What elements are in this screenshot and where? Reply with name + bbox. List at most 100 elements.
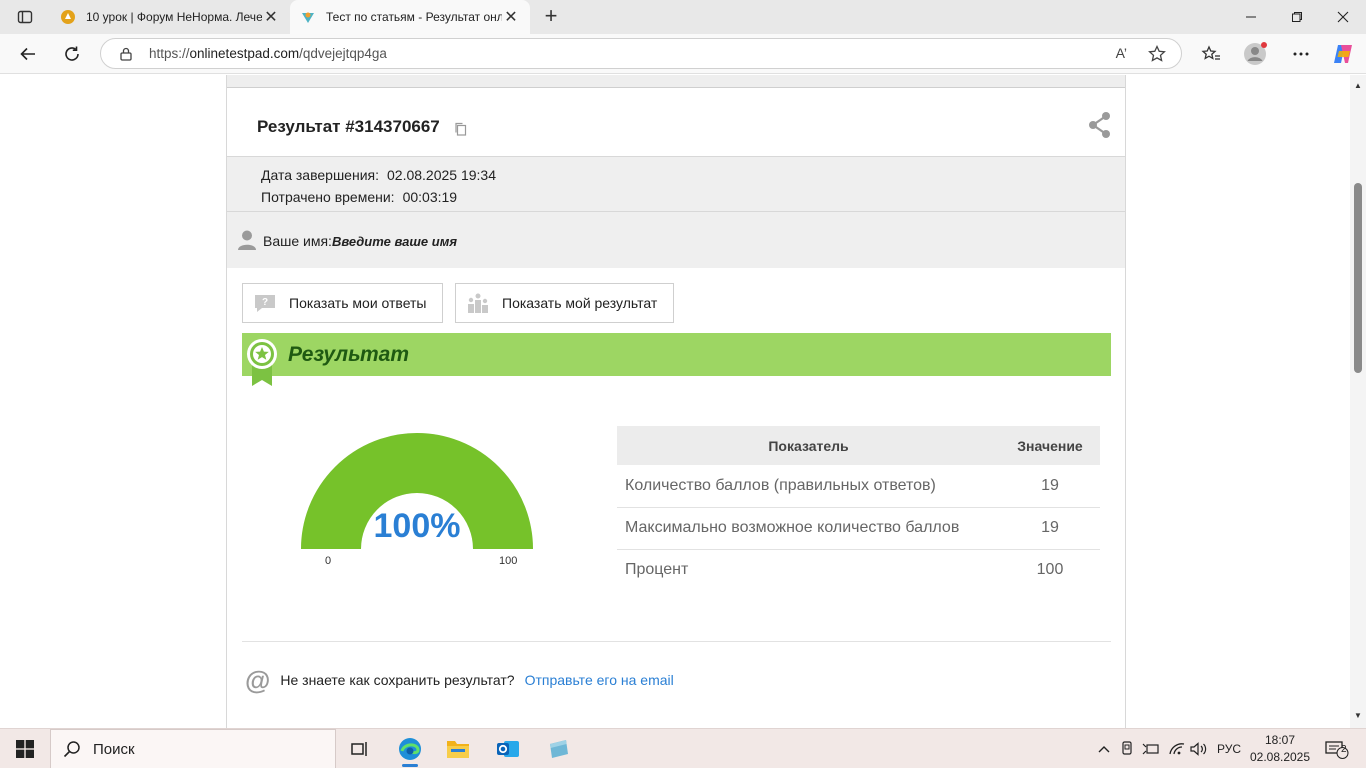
taskbar-edge-button[interactable] <box>386 729 434 768</box>
minimize-button[interactable] <box>1228 0 1274 34</box>
reload-button[interactable] <box>56 38 88 70</box>
restore-icon <box>1292 12 1302 22</box>
url-text[interactable]: https://onlinetestpad.com/qdvejejtqp4ga <box>149 46 387 61</box>
tray-device-button[interactable] <box>1118 729 1136 768</box>
task-view-icon <box>351 742 367 756</box>
tab-actions-icon <box>17 10 33 24</box>
scroll-down-arrow-icon[interactable]: ▼ <box>1354 711 1362 720</box>
close-tab-icon[interactable]: ✕ <box>262 7 280 27</box>
tray-volume-button[interactable] <box>1188 729 1210 768</box>
new-tab-button[interactable]: + <box>538 4 564 30</box>
folder-icon <box>447 741 469 758</box>
favorites-button[interactable] <box>1196 40 1226 68</box>
restore-button[interactable] <box>1274 0 1320 34</box>
banner-title: Результат <box>288 343 410 366</box>
windows-logo-icon <box>16 740 34 758</box>
profile-button[interactable] <box>1241 40 1271 68</box>
metric-cell: Количество баллов (правильных ответов) <box>617 465 1000 508</box>
tray-network-button[interactable] <box>1166 729 1188 768</box>
email-save-row: @ Не знаете как сохранить результат? Отп… <box>245 667 674 693</box>
svg-text:?: ? <box>262 297 268 308</box>
battery-plug-icon <box>1142 743 1159 755</box>
profile-avatar-icon <box>1244 42 1267 65</box>
copilot-button[interactable] <box>1328 40 1358 68</box>
task-view-button[interactable] <box>336 729 384 768</box>
taskbar-explorer-button[interactable] <box>434 729 482 768</box>
show-hidden-icons-button[interactable] <box>1094 729 1114 768</box>
gauge-max-label: 100 <box>499 555 518 567</box>
table-row: Максимально возможное количество баллов … <box>617 507 1100 550</box>
section-divider <box>242 641 1111 642</box>
value-cell: 100 <box>1036 561 1064 579</box>
score-gauge: 100% 0 100 <box>287 415 547 567</box>
windows-taskbar: Поиск РУС 18:07 02.08.2025 2 <box>0 728 1366 768</box>
value-cell: 19 <box>1000 465 1100 508</box>
at-sign-icon: @ <box>245 665 271 695</box>
tray-clock[interactable]: 18:07 02.08.2025 <box>1244 732 1316 766</box>
more-dots-icon <box>1293 52 1309 56</box>
card-top-strip <box>227 75 1125 88</box>
award-badge-icon <box>247 339 277 386</box>
share-icon[interactable] <box>1087 111 1113 139</box>
lock-icon[interactable] <box>119 47 133 61</box>
taskbar-search[interactable]: Поиск <box>50 729 336 768</box>
gauge-min-label: 0 <box>325 555 332 567</box>
show-answers-label: Показать мои ответы <box>289 295 427 311</box>
notifications-button[interactable]: 2 <box>1320 729 1354 768</box>
table-row: Количество баллов (правильных ответов) 1… <box>617 465 1100 508</box>
settings-more-button[interactable] <box>1286 40 1316 68</box>
time-spent-row: Потрачено времени: 00:03:19 <box>261 189 457 205</box>
edge-icon <box>399 738 421 760</box>
copilot-icon <box>1334 45 1352 63</box>
page-scrollbar[interactable]: ▲ ▼ <box>1350 75 1366 728</box>
clock-time: 18:07 <box>1264 733 1296 747</box>
tray-battery-button[interactable] <box>1140 729 1162 768</box>
completion-date-value: 02.08.2025 19:34 <box>387 167 496 183</box>
taskbar-app-button[interactable] <box>534 729 582 768</box>
copy-icon[interactable] <box>454 122 467 136</box>
result-heading: Результат #314370667 <box>257 117 467 137</box>
app-window-icon <box>550 740 568 758</box>
close-icon <box>1337 11 1349 23</box>
close-tab-icon[interactable]: ✕ <box>502 7 520 27</box>
show-result-label: Показать мой результат <box>502 295 658 311</box>
value-cell: 19 <box>1000 507 1100 550</box>
read-aloud-icon[interactable]: A’ <box>1116 45 1127 61</box>
address-bar[interactable]: https://onlinetestpad.com/qdvejejtqp4ga … <box>100 38 1182 69</box>
usb-device-icon <box>1122 741 1132 755</box>
user-name-row: Ваше имя:Введите ваше имя <box>227 212 1125 268</box>
tab-actions-button[interactable] <box>8 4 42 30</box>
minimize-icon <box>1246 16 1256 18</box>
podium-people-icon <box>468 293 488 313</box>
send-email-link[interactable]: Отправьте его на email <box>525 672 674 688</box>
forum-favicon-icon <box>61 10 75 24</box>
close-window-button[interactable] <box>1320 0 1366 34</box>
back-button[interactable] <box>12 38 44 70</box>
tab-test-result[interactable]: Тест по статьям - Результат онла ✕ <box>290 0 530 34</box>
show-answers-button[interactable]: ? Показать мои ответы <box>242 283 443 323</box>
show-result-button[interactable]: Показать мой результат <box>455 283 674 323</box>
scroll-up-arrow-icon[interactable]: ▲ <box>1354 81 1362 90</box>
testpad-favicon-icon <box>302 12 314 23</box>
completion-date-row: Дата завершения: 02.08.2025 19:34 <box>261 167 496 183</box>
tab-title: Тест по статьям - Результат онла <box>326 10 502 24</box>
outlook-icon <box>497 741 519 757</box>
tab-forum[interactable]: 10 урок | Форум НеНорма. Лече ✕ <box>50 0 290 34</box>
favorite-star-icon[interactable] <box>1147 44 1167 64</box>
start-button[interactable] <box>0 729 50 768</box>
metric-cell: Процент <box>625 561 689 579</box>
time-spent-label: Потрачено времени: <box>261 189 395 205</box>
question-bubble-icon: ? <box>255 295 275 312</box>
table-row: Процент 100 <box>617 549 1100 591</box>
result-info-panel: Дата завершения: 02.08.2025 19:34 Потраче… <box>227 156 1125 212</box>
completion-date-label: Дата завершения: <box>261 167 379 183</box>
tray-language-button[interactable]: РУС <box>1212 729 1246 768</box>
user-name-input[interactable]: Введите ваше имя <box>332 234 457 249</box>
time-spent-value: 00:03:19 <box>402 189 458 205</box>
scrollbar-thumb[interactable] <box>1354 183 1362 373</box>
wifi-icon <box>1169 743 1185 755</box>
reload-icon <box>65 46 79 61</box>
taskbar-outlook-button[interactable] <box>484 729 532 768</box>
result-table: Показатель Значение Количество баллов (п… <box>617 426 1100 591</box>
gauge-percent-label: 100% <box>373 507 461 545</box>
